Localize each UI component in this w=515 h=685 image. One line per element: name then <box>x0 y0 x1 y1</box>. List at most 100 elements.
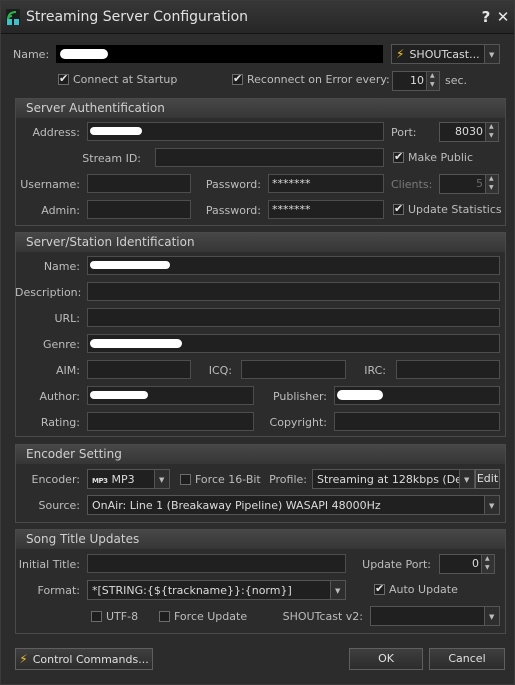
admin-password-label: Password: <box>205 204 261 217</box>
source-value: OnAir: Line 1 (Breakaway Pipeline) WASAP… <box>92 499 381 512</box>
cancel-button[interactable]: Cancel <box>429 648 505 670</box>
config-dialog: Streaming Server Configuration ? ✕ Name:… <box>0 0 515 685</box>
connect-startup-label: Connect at Startup <box>73 73 178 86</box>
update-port-label: Update Port: <box>362 558 431 571</box>
profile-select[interactable]: Streaming at 128kbps (Def... <box>312 469 475 489</box>
name-label: Name: <box>13 48 50 61</box>
server-auth-header: Server Authentification <box>16 99 505 118</box>
utf8-checkbox[interactable] <box>91 611 102 622</box>
copyright-label: Copyright: <box>269 416 327 429</box>
description-input[interactable] <box>87 282 500 301</box>
spinner-arrows-icon[interactable] <box>485 123 498 141</box>
auto-update-label: Auto Update <box>389 583 458 596</box>
password-label: Password: <box>205 178 261 191</box>
password-input[interactable]: ******* <box>268 174 384 193</box>
aim-input[interactable] <box>87 360 191 379</box>
admin-password-input[interactable]: ******* <box>268 200 384 219</box>
initial-title-label: Initial Title: <box>18 558 80 571</box>
station-name-label: Name: <box>43 260 80 273</box>
redaction-mark <box>337 390 383 400</box>
format-value: *[STRING:{${trackname}}:{norm}] <box>92 584 292 597</box>
app-icon <box>6 9 20 25</box>
window-title: Streaming Server Configuration <box>26 9 249 25</box>
username-label: Username: <box>20 178 80 191</box>
profile-edit-button[interactable]: Edit <box>475 469 500 489</box>
clients-value: 5 <box>476 177 483 190</box>
reconnect-label: Reconnect on Error every: <box>247 73 390 86</box>
reconnect-interval-value: 10 <box>410 74 424 87</box>
redaction-mark <box>90 391 148 399</box>
title-bar[interactable]: Streaming Server Configuration ? ✕ <box>1 1 514 34</box>
format-select[interactable]: *[STRING:{${trackname}}:{norm}] <box>87 580 346 600</box>
server-type-select[interactable]: ⚡ SHOUTcast... <box>391 44 500 64</box>
url-label: URL: <box>54 312 80 325</box>
shoutcast-v2-select[interactable] <box>370 606 500 626</box>
stream-id-label: Stream ID: <box>82 152 141 165</box>
admin-label: Admin: <box>41 204 80 217</box>
profile-label: Profile: <box>269 473 307 486</box>
spinner-arrows-icon[interactable] <box>481 555 494 573</box>
spinner-arrows-icon <box>485 175 498 193</box>
reconnect-unit: sec. <box>445 74 468 87</box>
mp3-icon: MP3 <box>92 477 108 485</box>
chevron-down-icon <box>484 496 499 514</box>
publisher-input[interactable] <box>334 386 500 405</box>
genre-input[interactable] <box>87 334 500 353</box>
force-update-checkbox[interactable] <box>159 611 170 622</box>
close-button[interactable]: ✕ <box>495 7 511 27</box>
copyright-input[interactable] <box>334 412 500 431</box>
spinner-arrows-icon[interactable] <box>426 72 439 90</box>
port-value: 8030 <box>455 125 483 138</box>
initial-title-input[interactable] <box>87 554 346 573</box>
control-commands-label: Control Commands... <box>32 653 149 666</box>
station-identification-header: Server/Station Identification <box>16 233 505 252</box>
station-name-input[interactable] <box>87 256 500 275</box>
control-commands-button[interactable]: ⚡ Control Commands... <box>15 648 153 670</box>
update-port-spinner[interactable]: 0 <box>439 554 495 574</box>
encoder-select[interactable]: MP3 MP3 <box>87 469 170 489</box>
make-public-checkbox[interactable] <box>393 150 404 163</box>
encoder-setting-header: Encoder Setting <box>16 445 505 464</box>
redaction-mark <box>90 261 170 269</box>
redaction-mark <box>90 339 182 348</box>
source-select[interactable]: OnAir: Line 1 (Breakaway Pipeline) WASAP… <box>87 495 500 515</box>
publisher-label: Publisher: <box>272 390 327 403</box>
profile-value: Streaming at 128kbps (Def... <box>317 473 475 486</box>
stream-id-input[interactable] <box>155 148 384 167</box>
lightning-icon: ⚡ <box>396 47 405 61</box>
auto-update-checkbox[interactable] <box>374 582 385 595</box>
update-statistics-label: Update Statistics <box>408 203 502 216</box>
song-title-updates-header: Song Title Updates <box>16 530 505 549</box>
author-label: Author: <box>39 390 80 403</box>
port-spinner[interactable]: 8030 <box>439 122 499 142</box>
redaction-mark <box>60 49 108 59</box>
update-statistics-checkbox[interactable] <box>393 202 404 215</box>
port-label: Port: <box>391 126 417 139</box>
description-label: Description: <box>15 286 82 299</box>
chevron-down-icon <box>154 470 169 488</box>
source-label: Source: <box>38 499 81 512</box>
name-input[interactable] <box>56 45 383 63</box>
encoder-label: Encoder: <box>31 473 81 486</box>
rating-input[interactable] <box>87 412 254 431</box>
icq-input[interactable] <box>241 360 346 379</box>
ok-button[interactable]: OK <box>349 648 423 670</box>
rating-label: Rating: <box>40 416 80 429</box>
clients-label: Clients: <box>391 178 433 191</box>
connect-startup-checkbox[interactable] <box>58 72 69 85</box>
url-input[interactable] <box>87 308 500 327</box>
shoutcast-v2-label: SHOUTcast v2: <box>282 610 363 623</box>
author-input[interactable] <box>87 386 254 405</box>
help-button[interactable]: ? <box>479 7 493 27</box>
reconnect-checkbox[interactable] <box>232 72 243 85</box>
clients-spinner: 5 <box>439 174 499 194</box>
force-update-label: Force Update <box>174 610 248 623</box>
genre-label: Genre: <box>42 338 80 351</box>
irc-input[interactable] <box>396 360 500 379</box>
reconnect-interval-spinner[interactable]: 10 <box>392 71 440 91</box>
irc-label: IRC: <box>364 364 386 377</box>
admin-input[interactable] <box>87 200 191 219</box>
username-input[interactable] <box>87 174 191 193</box>
address-input[interactable] <box>87 122 384 141</box>
force-16bit-checkbox[interactable] <box>180 474 191 485</box>
